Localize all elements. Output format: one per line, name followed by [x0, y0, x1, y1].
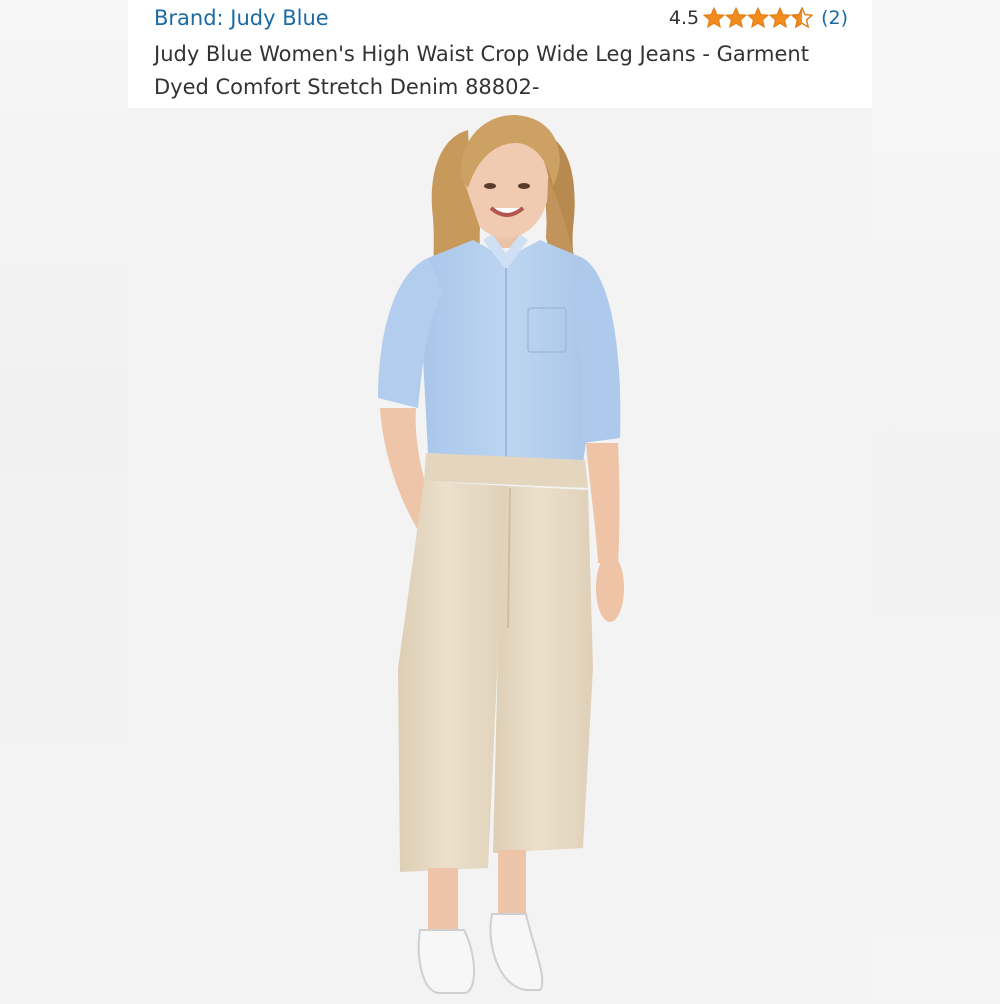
star-rating: [703, 7, 814, 29]
star-icon: [746, 7, 770, 29]
left-sneaker: [417, 929, 476, 994]
star-icon: [703, 7, 726, 29]
star-icon: [768, 7, 792, 29]
right-arm: [586, 443, 620, 563]
shirt-body: [423, 240, 598, 463]
rating-value: 4.5: [668, 7, 700, 29]
right-hand: [596, 554, 624, 622]
left-eye: [484, 183, 496, 189]
right-blurred-backdrop: [872, 0, 1000, 1000]
right-sneaker: [489, 913, 544, 991]
product-title: Judy Blue Women's High Waist Crop Wide L…: [154, 42, 809, 99]
rating-summary[interactable]: 4.5 (2): [669, 4, 848, 32]
product-header: Brand: Judy Blue 4.5 (2) Judy Blue Women…: [128, 0, 872, 108]
product-card: Brand: Judy Blue 4.5 (2) Judy Blue Women…: [128, 0, 872, 1000]
star-icon: [724, 7, 748, 29]
star-rating-graphic: [703, 7, 814, 29]
half-star-icon: [790, 7, 814, 29]
model-illustration: [378, 115, 624, 994]
left-ankle: [428, 868, 458, 938]
pants-left-leg: [398, 481, 508, 872]
brand-link[interactable]: Brand: Judy Blue: [154, 6, 329, 30]
product-photo: [128, 108, 872, 1000]
left-blurred-backdrop: [0, 0, 128, 1000]
right-eye: [518, 183, 530, 189]
right-ankle: [498, 850, 526, 922]
rating-count-link[interactable]: (2): [821, 7, 848, 29]
pants-right-leg: [493, 486, 593, 853]
